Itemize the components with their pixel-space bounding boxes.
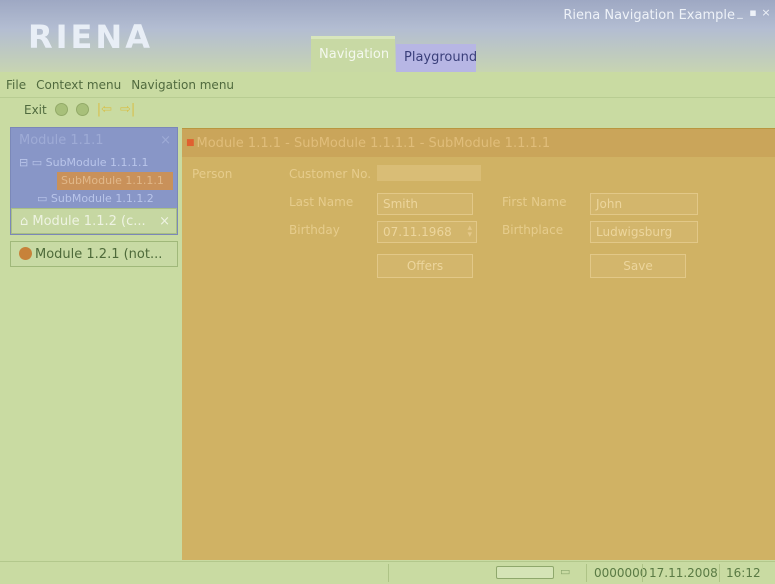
tree-item-selected[interactable]: SubModule 1.1.1.1 (57, 172, 173, 190)
tree-item-label: SubModule 1.1.1.1 (45, 156, 149, 169)
status-divider (642, 564, 643, 582)
window-icon: ▭ (560, 565, 571, 578)
status-divider (719, 564, 720, 582)
close-icon[interactable]: × (761, 7, 771, 18)
customer-no-label: Customer No. (289, 167, 372, 181)
spinner-icon[interactable]: ▴ ▾ (467, 224, 472, 240)
first-name-label: First Name (502, 195, 567, 209)
circle-icon[interactable] (75, 103, 89, 116)
progress-bar (496, 566, 554, 579)
view-title-bar: ■ Module 1.1.1 - SubModule 1.1.1.1 - SubM… (182, 129, 775, 157)
maximize-icon[interactable]: ▪ (748, 7, 758, 18)
status-time: 16:12 (726, 566, 761, 580)
forward-arrow-icon[interactable]: ⇨| (120, 102, 135, 117)
last-name-field[interactable]: Smith (377, 193, 473, 215)
menu-bar: File Context menu Navigation menu (0, 75, 775, 95)
submodule-view: ■ Module 1.1.1 - SubModule 1.1.1.1 - SubM… (182, 128, 775, 560)
minimize-icon[interactable]: _ (735, 7, 745, 18)
module-1-1-2[interactable]: ⌂ Module 1.1.2 (c... × (11, 208, 177, 234)
menu-navigation[interactable]: Navigation menu (131, 78, 234, 92)
offers-button[interactable]: Offers (377, 254, 473, 278)
back-arrow-icon[interactable]: |⇦ (97, 102, 112, 117)
navigation-tree: Module 1.1.1 × ⊟ ▭ SubModule 1.1.1.1 Sub… (10, 127, 178, 267)
module-1-2-1[interactable]: Module 1.2.1 (not... (10, 241, 178, 267)
menu-context[interactable]: Context menu (36, 78, 121, 92)
birthday-value: 07.11.1968 (383, 225, 452, 239)
save-button[interactable]: Save (590, 254, 686, 278)
status-divider (586, 564, 587, 582)
active-marker-icon: ■ (186, 138, 195, 148)
birthplace-label: Birthplace (502, 223, 564, 237)
birthday-label: Birthday (289, 223, 340, 237)
tab-navigation[interactable]: Navigation (311, 36, 395, 72)
close-icon[interactable]: × (160, 128, 171, 154)
tree-item-label: SubModule 1.1.1.2 (50, 192, 154, 205)
title-bar: RIENA Riena Navigation Example _ ▪ × Nav… (0, 0, 775, 72)
circle-icon[interactable] (54, 103, 68, 116)
home-icon: ⌂ (20, 214, 33, 229)
module-1-1-1[interactable]: Module 1.1.1 × (11, 128, 177, 154)
riena-logo: RIENA (28, 18, 153, 56)
collapse-icon[interactable]: ⊟ ▭ (19, 156, 46, 169)
birthplace-field[interactable]: Ludwigsburg (590, 221, 698, 243)
toolbar: Exit |⇦ ⇨| (0, 97, 775, 121)
close-icon[interactable]: × (159, 209, 170, 233)
customer-no-field[interactable] (377, 165, 481, 181)
tab-playground[interactable]: Playground (396, 44, 478, 72)
window-title: Riena Navigation Example (563, 8, 735, 23)
exit-button[interactable]: Exit (24, 103, 47, 117)
last-name-label: Last Name (289, 195, 354, 209)
status-bar: ▭ 0000000 17.11.2008 16:12 (0, 561, 775, 584)
status-number: 0000000 (594, 566, 648, 580)
module-status-icon (19, 247, 32, 260)
tree-item-label: SubModule 1.1.1.1 (61, 174, 164, 187)
tab-navigation-label: Navigation (319, 47, 390, 62)
module-label: Module 1.1.2 (c... (32, 214, 146, 229)
first-name-field[interactable]: John (590, 193, 698, 215)
module-label: Module 1.1.1 (19, 133, 104, 148)
module-group: Module 1.1.1 × ⊟ ▭ SubModule 1.1.1.1 Sub… (10, 127, 178, 235)
tab-playground-label: Playground (404, 50, 478, 65)
tree-item-submodule[interactable]: ▭ SubModule 1.1.1.2 (11, 190, 177, 208)
birthday-field[interactable]: 07.11.1968 ▴ ▾ (377, 221, 477, 243)
menu-file[interactable]: File (6, 78, 26, 92)
tree-item-submodule[interactable]: ⊟ ▭ SubModule 1.1.1.1 (11, 154, 177, 172)
document-icon: ▭ (37, 192, 51, 205)
view-title: Module 1.1.1 - SubModule 1.1.1.1 - SubMo… (196, 136, 551, 151)
module-label: Module 1.2.1 (not... (35, 247, 163, 262)
status-date: 17.11.2008 (649, 566, 718, 580)
person-section-label: Person (192, 167, 233, 181)
status-divider (388, 564, 389, 582)
